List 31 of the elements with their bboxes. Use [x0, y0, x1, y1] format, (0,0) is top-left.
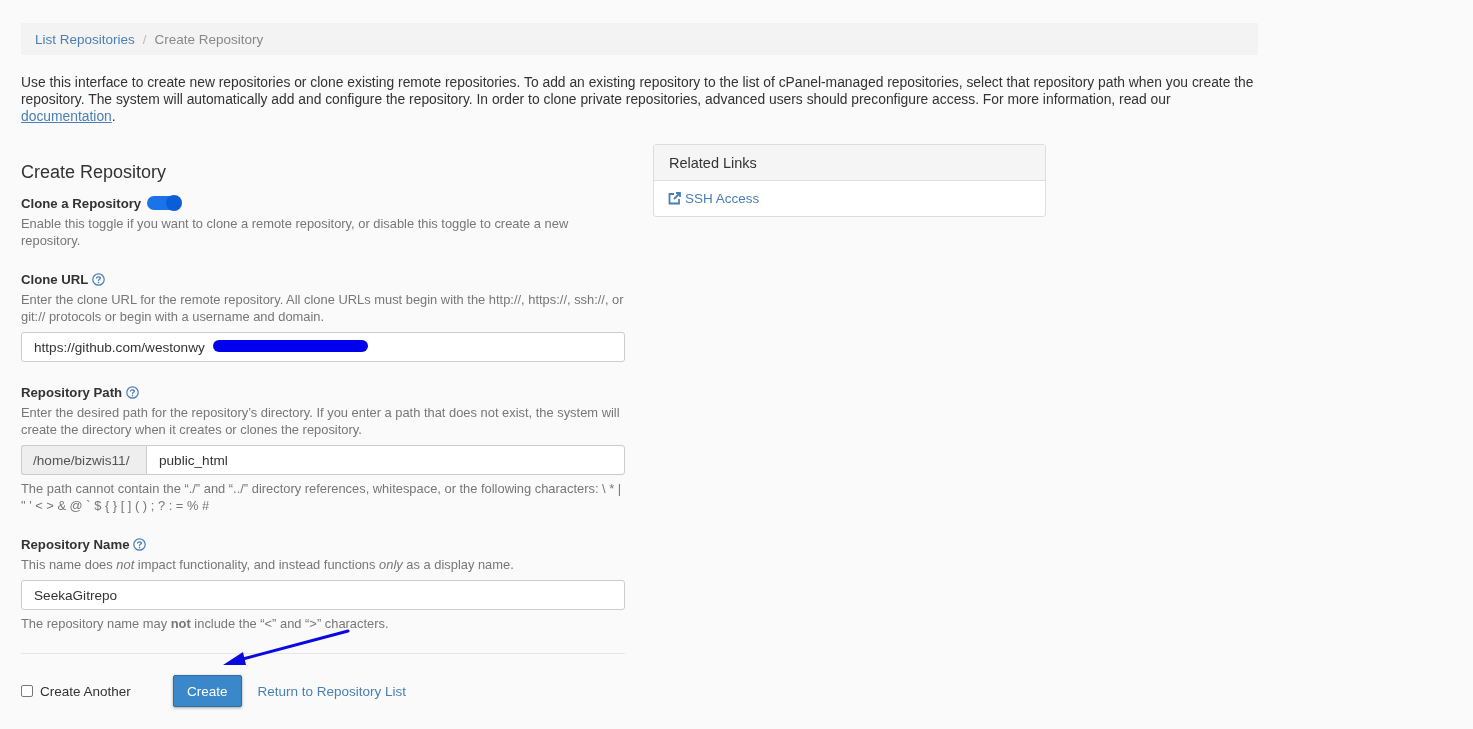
text-input-field[interactable]: https://github.com/westonwy: [21, 332, 625, 362]
return-link[interactable]: Return to Repository List: [257, 683, 407, 699]
field-label: Repository Path: [21, 384, 123, 400]
path-prefix: /home/bizwis11/: [21, 445, 146, 475]
help-text: Enable this toggle if you want to clone a remote repository, or disable this toggle to create a new repository.: [21, 215, 570, 249]
help-icon[interactable]: [92, 272, 106, 286]
field-label: Repository Name: [21, 536, 130, 552]
create-button[interactable]: Create: [173, 675, 242, 707]
breadcrumb-current: Create Repository: [154, 31, 264, 47]
field-label: Clone a Repository: [21, 195, 142, 211]
intro-text: Use this interface to create new repositories or clone existing remote repositories. To add an existing repository to the list of cPanel-managed repositories, select that repository path when you create the repository. The system will automatically add and configure the repository. In order to clone private repositories, advanced users should preconfigure access. For more information, read our documentation.: [21, 74, 1255, 125]
breadcrumb-separator: /: [142, 31, 147, 47]
checkbox[interactable]: [21, 685, 33, 697]
path-input-field[interactable]: public_html: [146, 445, 625, 475]
help-icon[interactable]: [126, 385, 140, 399]
panel-title: Related Links: [654, 145, 1045, 181]
documentation-link[interactable]: documentation: [21, 108, 112, 124]
checkbox-label: Create Another: [40, 683, 131, 699]
text-input-field[interactable]: SeekaGitrepo: [21, 580, 625, 610]
breadcrumb-link[interactable]: List Repositories: [35, 31, 135, 47]
help-text: Enter the clone URL for the remote repository. All clone URLs must begin with the http://, https://, ssh://, or git:// protocols or begin with a username and domain.: [21, 291, 625, 325]
help-text: This name does not impact functionality, and instead functions only as a display name.: [21, 556, 515, 573]
toggle-switch[interactable]: [147, 196, 182, 210]
help-icon[interactable]: [133, 537, 147, 551]
field-note: The path cannot contain the “./” and “../” directory references, whitespace, or the following characters: \ * | " ' < > & @ ` $ { } [ ] ( ) ; ? : = % #: [21, 480, 623, 514]
external-link-icon: [668, 192, 681, 205]
help-text: Enter the desired path for the repository’s directory. If you enter a path that does not exist, the system will create the directory when it creates or clones the repository.: [21, 404, 621, 438]
related-link[interactable]: SSH Access: [668, 191, 760, 206]
field-note: The repository name may not include the “<” and “>” characters.: [21, 615, 390, 632]
field-label: Clone URL: [21, 271, 89, 287]
form-heading: Create Repository: [21, 161, 168, 183]
